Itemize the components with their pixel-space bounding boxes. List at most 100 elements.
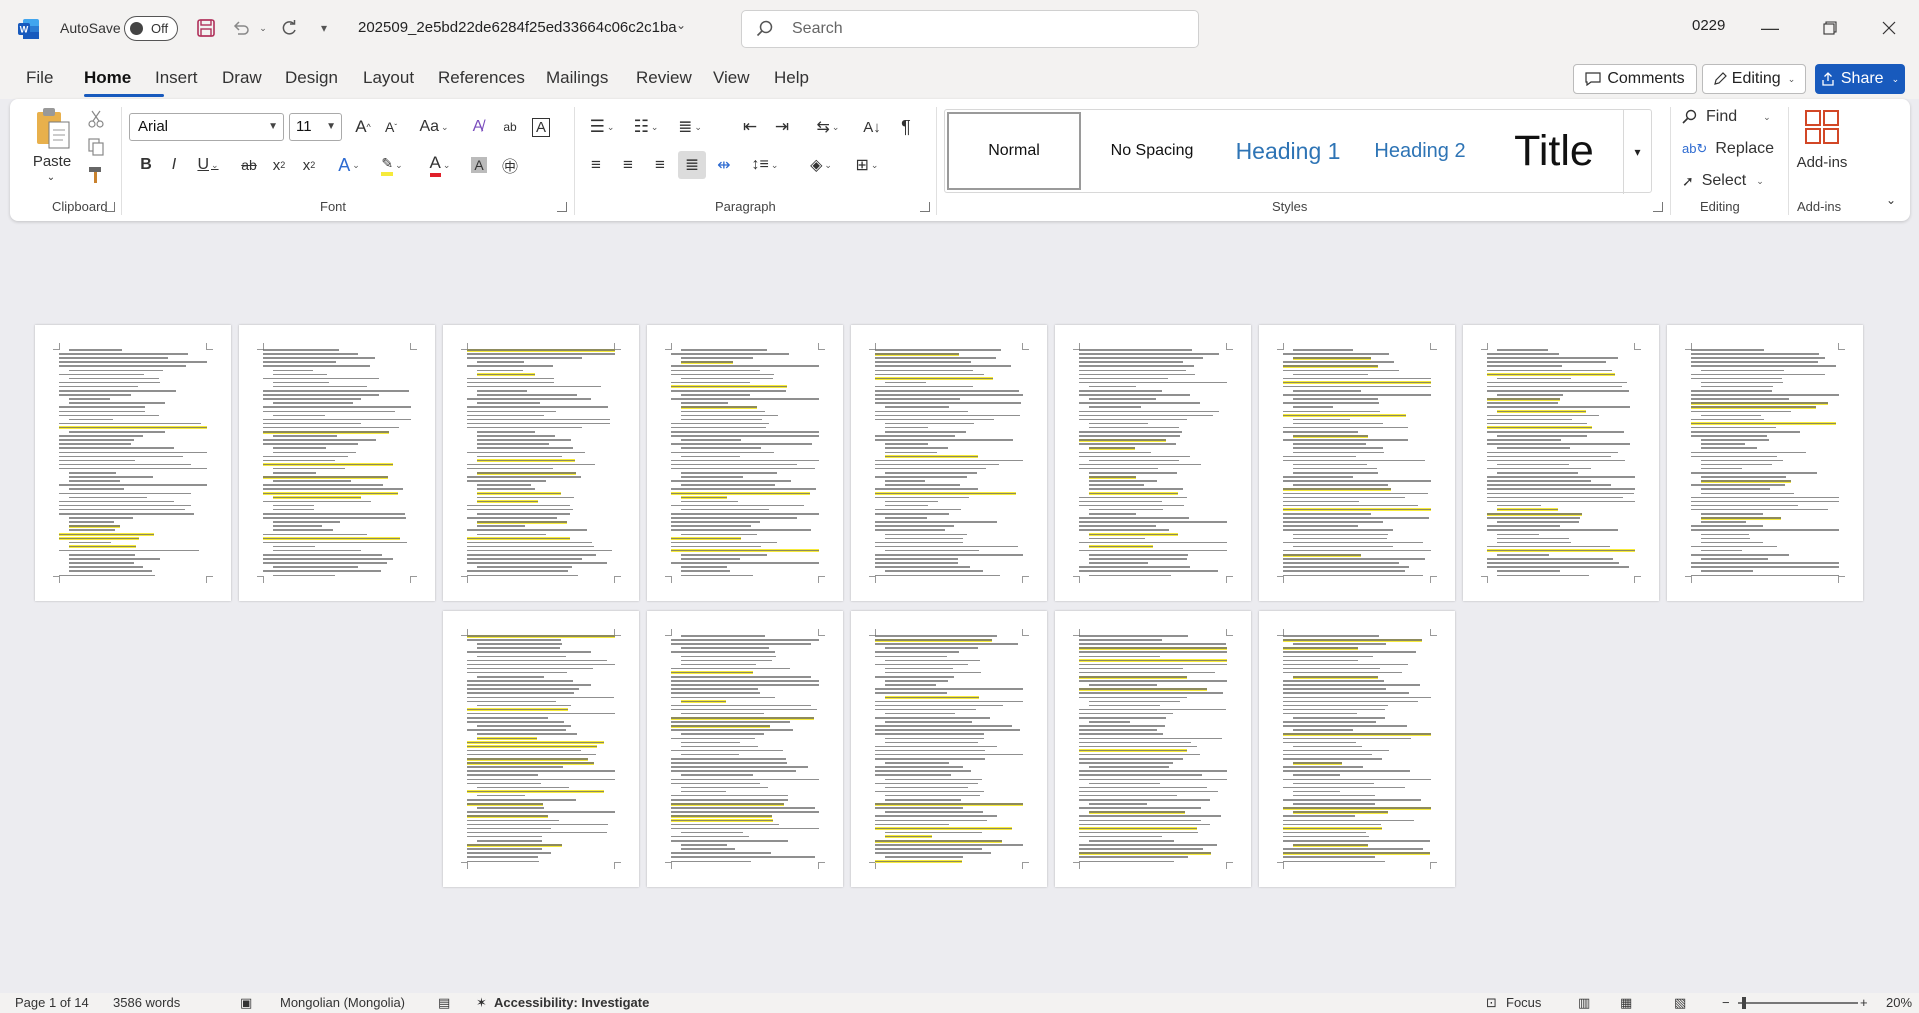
user-account[interactable]: 0229 xyxy=(1692,17,1725,34)
tab-file[interactable]: File xyxy=(26,68,53,88)
styles-more-icon[interactable]: ▾ xyxy=(1623,110,1651,194)
tab-view[interactable]: View xyxy=(713,68,750,88)
customize-toolbar-icon[interactable]: ▾ xyxy=(311,15,337,41)
share-button[interactable]: Share ⌄ xyxy=(1815,64,1905,94)
subscript-icon[interactable]: x2 xyxy=(266,151,292,179)
phonetic-guide-icon[interactable]: ab xyxy=(496,113,524,141)
page-indicator[interactable]: Page 1 of 14 xyxy=(15,995,89,1010)
font-launcher-icon[interactable] xyxy=(557,202,567,212)
comments-button[interactable]: Comments xyxy=(1573,64,1697,94)
distributed-icon[interactable]: ⇹ xyxy=(710,151,738,179)
redo-icon[interactable] xyxy=(276,15,302,41)
font-size-field[interactable]: 11 ▼ xyxy=(289,113,342,141)
tab-layout[interactable]: Layout xyxy=(363,68,414,88)
page-thumbnail[interactable] xyxy=(1259,611,1455,887)
tab-help[interactable]: Help xyxy=(774,68,809,88)
focus-button[interactable]: Focus xyxy=(1506,995,1541,1010)
paragraph-launcher-icon[interactable] xyxy=(920,202,930,212)
style-title[interactable]: Title xyxy=(1487,112,1621,190)
page-thumbnail[interactable] xyxy=(35,325,231,601)
grow-font-icon[interactable]: A ^ xyxy=(350,113,376,141)
tab-design[interactable]: Design xyxy=(285,68,338,88)
page-thumbnail[interactable] xyxy=(239,325,435,601)
style-normal[interactable]: Normal xyxy=(947,112,1081,190)
word-count[interactable]: 3586 words xyxy=(113,995,180,1010)
web-layout-icon[interactable]: ▧ xyxy=(1674,995,1686,1011)
style-heading-1[interactable]: Heading 1 xyxy=(1223,112,1353,190)
page-thumbnail[interactable] xyxy=(1259,325,1455,601)
page-thumbnail[interactable] xyxy=(647,611,843,887)
tab-insert[interactable]: Insert xyxy=(155,68,198,88)
zoom-slider-thumb[interactable] xyxy=(1742,997,1746,1009)
sort-icon[interactable]: A↓ xyxy=(858,113,886,141)
restore-icon[interactable] xyxy=(1810,12,1850,44)
proofing-icon[interactable]: ▣ xyxy=(240,995,252,1011)
zoom-out-icon[interactable]: − xyxy=(1722,995,1730,1010)
bullets-icon[interactable]: ☰ ⌄ xyxy=(582,113,622,141)
clear-formatting-icon[interactable]: A̸ xyxy=(464,113,492,141)
underline-icon[interactable]: U ⌄ xyxy=(190,151,226,179)
search-input[interactable]: Search xyxy=(741,10,1199,48)
decrease-indent-icon[interactable]: ⇤ xyxy=(736,113,764,141)
font-color-icon[interactable]: A ⌄ xyxy=(418,151,462,179)
document-title[interactable]: 202509_2e5bd22de6284f25ed33664c06c2c1ba xyxy=(358,19,677,36)
text-effects-icon[interactable]: A ⌄ xyxy=(330,151,368,179)
text-direction-icon[interactable]: ⇆ ⌄ xyxy=(806,113,850,141)
line-spacing-icon[interactable]: ↕≡ ⌄ xyxy=(744,151,786,179)
copy-icon[interactable] xyxy=(84,135,108,159)
read-mode-icon[interactable]: ▥ xyxy=(1578,995,1590,1011)
tab-references[interactable]: References xyxy=(438,68,525,88)
align-right-icon[interactable]: ≡ xyxy=(646,151,674,179)
add-ins-button[interactable]: Add-ins xyxy=(1790,151,1854,173)
align-center-icon[interactable]: ≡ xyxy=(614,151,642,179)
show-formatting-marks-icon[interactable]: ¶ xyxy=(892,113,920,141)
minimize-icon[interactable]: — xyxy=(1750,12,1790,44)
zoom-level[interactable]: 20% xyxy=(1886,995,1912,1010)
page-thumbnail[interactable] xyxy=(1463,325,1659,601)
find-button[interactable]: Find ⌄ xyxy=(1682,103,1782,131)
format-painter-icon[interactable] xyxy=(84,163,108,187)
change-case-icon[interactable]: Aa ⌄ xyxy=(414,113,454,141)
accessibility-status[interactable]: Accessibility: Investigate xyxy=(494,995,649,1010)
page-thumbnail[interactable] xyxy=(443,611,639,887)
shrink-font-icon[interactable]: Aˇ xyxy=(378,113,404,141)
page-thumbnail[interactable] xyxy=(851,325,1047,601)
page-thumbnail[interactable] xyxy=(1055,325,1251,601)
page-thumbnail[interactable] xyxy=(1667,325,1863,601)
highlight-color-icon[interactable]: ✎ ⌄ xyxy=(370,151,414,179)
paste-button[interactable]: Paste xyxy=(32,151,72,171)
align-left-icon[interactable]: ≡ xyxy=(582,151,610,179)
font-name-field[interactable]: Arial ▼ xyxy=(129,113,284,141)
page-thumbnail[interactable] xyxy=(443,325,639,601)
numbering-icon[interactable]: ☷ ⌄ xyxy=(626,113,666,141)
tab-mailings[interactable]: Mailings xyxy=(546,68,608,88)
paste-options-chevron-icon[interactable]: ⌄ xyxy=(43,171,59,183)
enclose-characters-icon[interactable]: ㊥ xyxy=(496,151,524,179)
style-no-spacing[interactable]: No Spacing xyxy=(1085,112,1219,190)
page-thumbnail[interactable] xyxy=(851,611,1047,887)
character-shading-icon[interactable]: A xyxy=(466,151,492,179)
close-icon[interactable] xyxy=(1869,12,1909,44)
increase-indent-icon[interactable]: ⇥ xyxy=(768,113,796,141)
character-border-icon[interactable]: A xyxy=(528,113,554,141)
styles-launcher-icon[interactable] xyxy=(1653,202,1663,212)
select-button[interactable]: ➚ Select ⌄ xyxy=(1682,167,1782,195)
print-layout-icon[interactable]: ▦ xyxy=(1620,995,1632,1011)
autosave-toggle[interactable]: Off xyxy=(124,16,178,41)
language-indicator[interactable]: Mongolian (Mongolia) xyxy=(280,995,405,1010)
borders-icon[interactable]: ⊞ ⌄ xyxy=(846,151,888,179)
multilevel-list-icon[interactable]: ≣ ⌄ xyxy=(670,113,710,141)
zoom-in-icon[interactable]: + xyxy=(1860,995,1868,1010)
chevron-down-icon[interactable]: ⌄ xyxy=(676,18,686,32)
strikethrough-icon[interactable]: ab xyxy=(236,151,262,179)
style-heading-2[interactable]: Heading 2 xyxy=(1357,112,1483,190)
clipboard-launcher-icon[interactable] xyxy=(105,202,115,212)
italic-icon[interactable]: I xyxy=(162,151,186,179)
replace-button[interactable]: ab↻ Replace xyxy=(1682,135,1782,163)
page-thumbnail[interactable] xyxy=(1055,611,1251,887)
shading-icon[interactable]: ◈ ⌄ xyxy=(800,151,842,179)
editing-mode-button[interactable]: Editing ⌄ xyxy=(1702,64,1806,94)
undo-dropdown-icon[interactable]: ⌄ xyxy=(250,15,276,41)
paste-icon[interactable] xyxy=(28,103,78,155)
bold-icon[interactable]: B xyxy=(134,151,158,179)
